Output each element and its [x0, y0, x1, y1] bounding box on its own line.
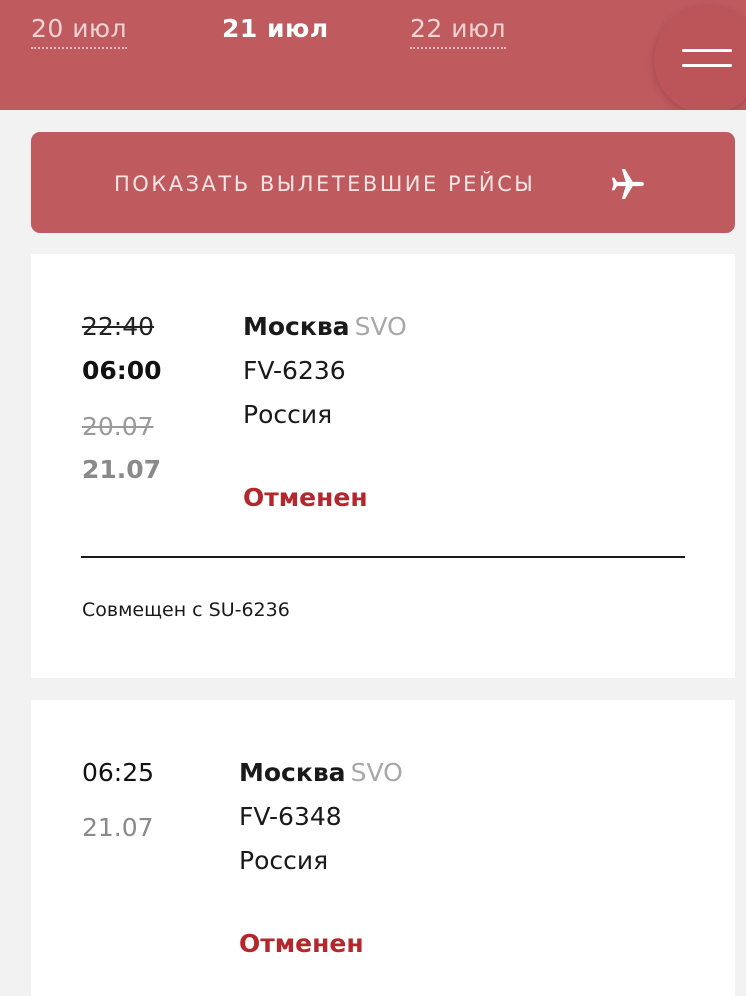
destination-city: Москва — [239, 758, 346, 787]
tab-date-next[interactable]: 22 июл — [410, 14, 507, 49]
divider — [81, 556, 685, 558]
destination-city: Москва — [243, 312, 350, 341]
destination: Москва SVO — [243, 312, 407, 341]
show-departed-label: ПОКАЗАТЬ ВЫЛЕТЕВШИЕ РЕЙСЫ — [114, 172, 536, 196]
hamburger-icon-bar — [682, 64, 732, 67]
tab-date-prev[interactable]: 20 июл — [31, 14, 128, 49]
date-header: 20 июл 21 июл 22 июл — [0, 0, 746, 110]
flight-card[interactable]: 22:40 06:00 20.07 21.07 Москва SVO FV-62… — [31, 254, 735, 678]
tab-date-current[interactable]: 21 июл — [222, 14, 329, 43]
updated-time: 06:00 — [82, 356, 162, 385]
destination: Москва SVO — [239, 758, 403, 787]
scheduled-date: 20.07 — [82, 412, 154, 441]
scheduled-time: 22:40 — [82, 312, 155, 341]
show-departed-button[interactable]: ПОКАЗАТЬ ВЫЛЕТЕВШИЕ РЕЙСЫ — [31, 132, 735, 233]
departure-time: 06:25 — [82, 758, 155, 787]
updated-date: 21.07 — [82, 455, 162, 484]
codeshare-note: Совмещен с SU-6236 — [82, 599, 290, 621]
flight-number: FV-6348 — [239, 802, 342, 831]
destination-airport: SVO — [350, 758, 403, 787]
flight-number: FV-6236 — [243, 356, 346, 385]
destination-country: Россия — [239, 846, 329, 875]
hamburger-icon — [682, 49, 732, 52]
departure-date: 21.07 — [82, 813, 154, 842]
destination-country: Россия — [243, 400, 333, 429]
status-badge: Отменен — [239, 929, 364, 958]
destination-airport: SVO — [354, 312, 407, 341]
flight-card[interactable]: 06:25 21.07 Москва SVO FV-6348 Россия От… — [31, 700, 735, 996]
plane-icon — [611, 169, 644, 199]
menu-button[interactable] — [654, 6, 746, 110]
status-badge: Отменен — [243, 483, 368, 512]
